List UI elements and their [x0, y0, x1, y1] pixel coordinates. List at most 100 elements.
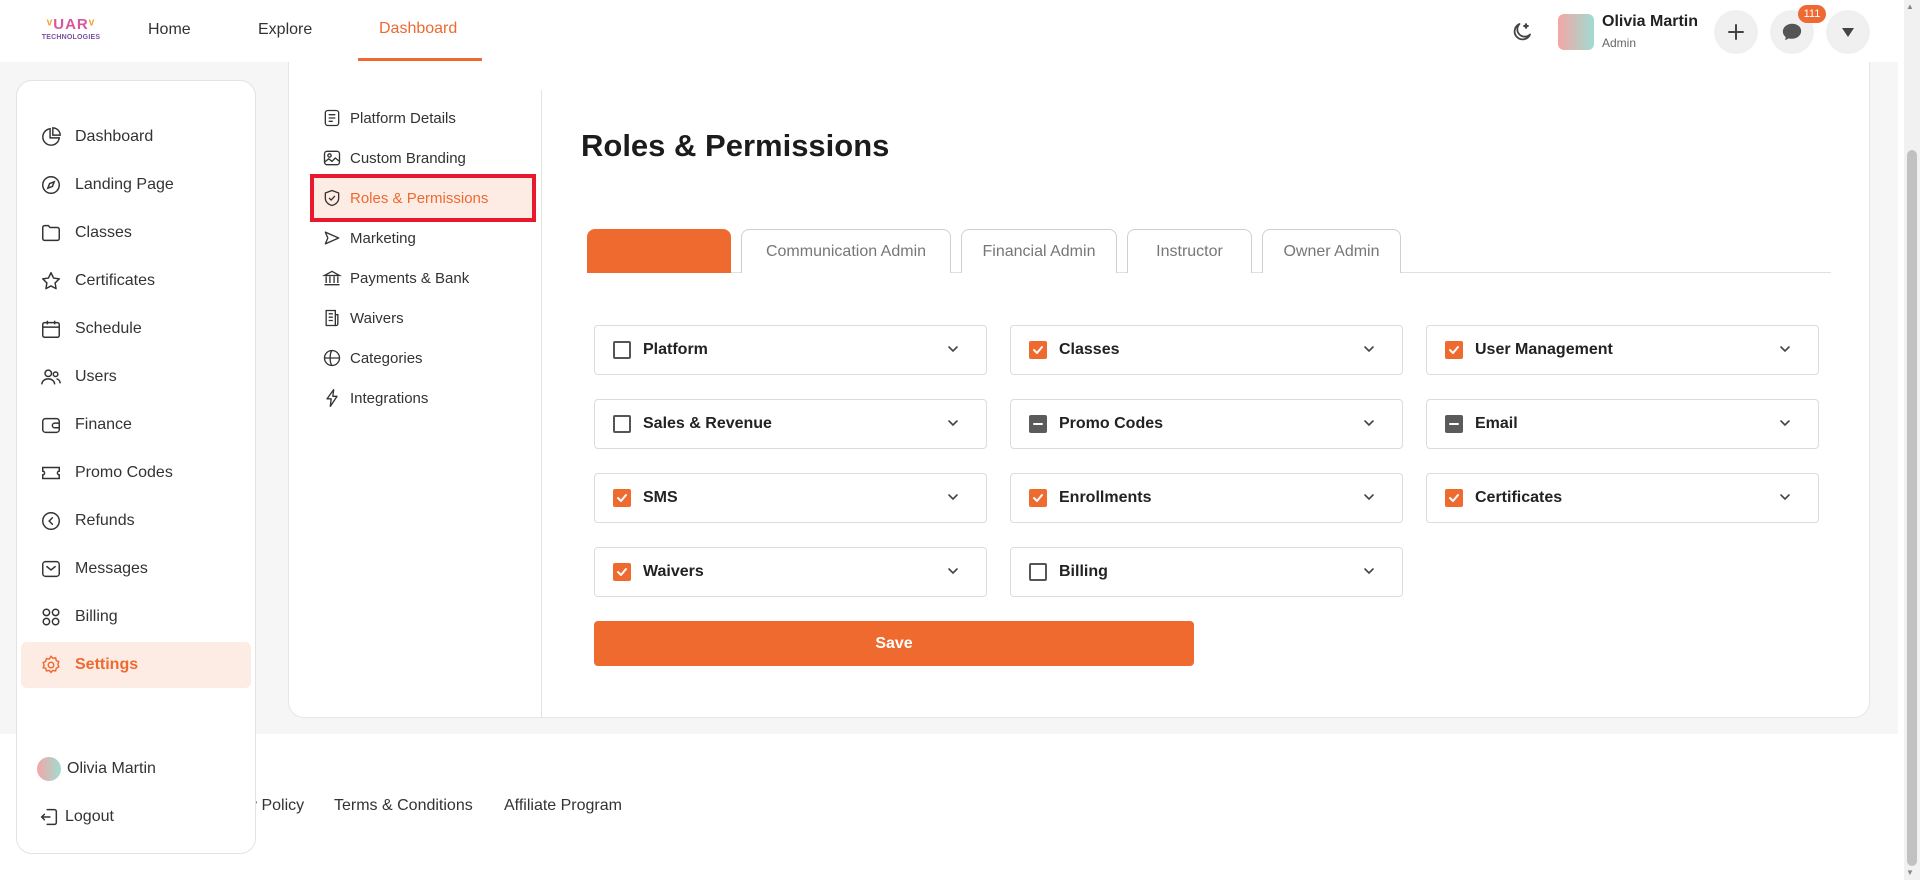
sidebar-item-finance[interactable]: Finance [21, 402, 251, 448]
chevron-down-icon[interactable] [1362, 342, 1376, 356]
gear-icon [39, 653, 63, 677]
sidebar-item-dashboard[interactable]: Dashboard [21, 114, 251, 160]
tab-active-role[interactable] [587, 229, 731, 273]
permission-waivers[interactable]: Waivers [594, 547, 987, 597]
permission-enrollments[interactable]: Enrollments [1010, 473, 1403, 523]
settings-menu-label: Roles & Permissions [350, 189, 489, 207]
brand-name: ᵛUARᵛ [46, 16, 96, 33]
shield-check-icon [320, 186, 344, 210]
settings-menu-marketing[interactable]: Marketing [320, 224, 416, 252]
plus-icon [1728, 24, 1744, 40]
sidebar-item-schedule[interactable]: Schedule [21, 306, 251, 352]
settings-card [288, 60, 1870, 718]
checkbox-checked[interactable] [1445, 489, 1463, 507]
checkbox-checked[interactable] [1029, 341, 1047, 359]
sidebar-item-messages[interactable]: Messages [21, 546, 251, 592]
sidebar-user-name: Olivia Martin [67, 760, 156, 777]
permission-certificates[interactable]: Certificates [1426, 473, 1819, 523]
dark-mode-icon[interactable] [1510, 20, 1534, 44]
sidebar-item-billing[interactable]: Billing [21, 594, 251, 640]
user-avatar[interactable] [1558, 14, 1594, 50]
sidebar-item-users[interactable]: Users [21, 354, 251, 400]
checkbox-checked[interactable] [1445, 341, 1463, 359]
chevron-down-icon[interactable] [946, 342, 960, 356]
permission-classes[interactable]: Classes [1010, 325, 1403, 375]
scrollbar-thumb[interactable] [1907, 150, 1917, 866]
permission-label: Certificates [1475, 489, 1563, 506]
globe-icon [320, 346, 344, 370]
add-button[interactable] [1714, 10, 1758, 54]
nav-dashboard[interactable]: Dashboard [379, 20, 457, 38]
chevron-down-icon[interactable] [946, 490, 960, 504]
tab-financial-admin[interactable]: Financial Admin [961, 229, 1117, 273]
chevron-down-icon[interactable] [1362, 416, 1376, 430]
permission-label: Sales & Revenue [643, 415, 772, 432]
permission-label: Classes [1059, 341, 1120, 358]
logout-button[interactable]: Logout [37, 805, 114, 829]
permission-label: Platform [643, 341, 708, 358]
checkbox-indeterminate[interactable] [1445, 415, 1463, 433]
nav-active-underline [358, 58, 482, 61]
permission-billing[interactable]: Billing [1010, 547, 1403, 597]
permission-sms[interactable]: SMS [594, 473, 987, 523]
permission-label: User Management [1475, 341, 1613, 358]
chevron-down-icon[interactable] [1778, 342, 1792, 356]
chevron-down-icon[interactable] [946, 416, 960, 430]
sidebar-item-promo-codes[interactable]: Promo Codes [21, 450, 251, 496]
permission-label: Billing [1059, 563, 1108, 580]
sidebar-item-certificates[interactable]: Certificates [21, 258, 251, 304]
settings-menu-integrations[interactable]: Integrations [320, 384, 428, 412]
footer-terms-link[interactable]: Terms & Conditions [334, 797, 473, 815]
settings-menu-label: Waivers [350, 309, 404, 327]
compass-icon [39, 173, 63, 197]
save-button[interactable]: Save [594, 621, 1194, 666]
chevron-down-icon[interactable] [1362, 564, 1376, 578]
sidebar-item-label: Settings [75, 656, 139, 673]
checkbox-indeterminate[interactable] [1029, 415, 1047, 433]
checkbox-checked[interactable] [1029, 489, 1047, 507]
settings-menu-categories[interactable]: Categories [320, 344, 423, 372]
chevron-down-icon[interactable] [946, 564, 960, 578]
scroll-down-arrow[interactable]: ▼ [1906, 868, 1914, 877]
tab-instructor[interactable]: Instructor [1127, 229, 1252, 273]
chat-bubble-icon [1782, 23, 1802, 41]
permission-email[interactable]: Email [1426, 399, 1819, 449]
sidebar-item-landing-page[interactable]: Landing Page [21, 162, 251, 208]
checkbox-unchecked[interactable] [613, 415, 631, 433]
permission-user-management[interactable]: User Management [1426, 325, 1819, 375]
chevron-down-icon[interactable] [1778, 416, 1792, 430]
permission-platform[interactable]: Platform [594, 325, 987, 375]
user-name: Olivia Martin [1602, 13, 1699, 30]
settings-menu-payments-bank[interactable]: Payments & Bank [320, 264, 469, 292]
settings-menu-roles-permissions[interactable]: Roles & Permissions [320, 184, 488, 212]
tab-owner-admin[interactable]: Owner Admin [1262, 229, 1401, 273]
footer-affiliate-link[interactable]: Affiliate Program [504, 797, 622, 815]
document-icon [320, 106, 344, 130]
sidebar-user[interactable]: Olivia Martin [37, 757, 156, 781]
checkbox-checked[interactable] [613, 489, 631, 507]
settings-menu-waivers[interactable]: Waivers [320, 304, 404, 332]
footer-privacy-link[interactable]: y Policy [249, 797, 304, 815]
permission-sales-revenue[interactable]: Sales & Revenue [594, 399, 987, 449]
chevron-down-icon[interactable] [1778, 490, 1792, 504]
tab-communication-admin[interactable]: Communication Admin [741, 229, 951, 273]
wallet-icon [39, 413, 63, 437]
star-icon [39, 269, 63, 293]
brand-logo[interactable]: ᵛUARᵛ TECHNOLOGIES [35, 16, 107, 48]
nav-explore[interactable]: Explore [258, 21, 312, 39]
chevron-down-icon[interactable] [1362, 490, 1376, 504]
checkbox-unchecked[interactable] [1029, 563, 1047, 581]
checkbox-unchecked[interactable] [613, 341, 631, 359]
sidebar-item-refunds[interactable]: Refunds [21, 498, 251, 544]
sidebar-item-classes[interactable]: Classes [21, 210, 251, 256]
settings-menu-custom-branding[interactable]: Custom Branding [320, 144, 466, 172]
receipt-icon [320, 306, 344, 330]
settings-menu-platform-details[interactable]: Platform Details [320, 104, 456, 132]
permission-promo-codes[interactable]: Promo Codes [1010, 399, 1403, 449]
profile-menu-button[interactable] [1826, 10, 1870, 54]
checkbox-checked[interactable] [613, 563, 631, 581]
megaphone-icon [320, 226, 344, 250]
nav-home[interactable]: Home [148, 21, 191, 39]
sidebar-item-settings[interactable]: Settings [21, 642, 251, 688]
scroll-up-arrow[interactable]: ▲ [1906, 2, 1914, 11]
